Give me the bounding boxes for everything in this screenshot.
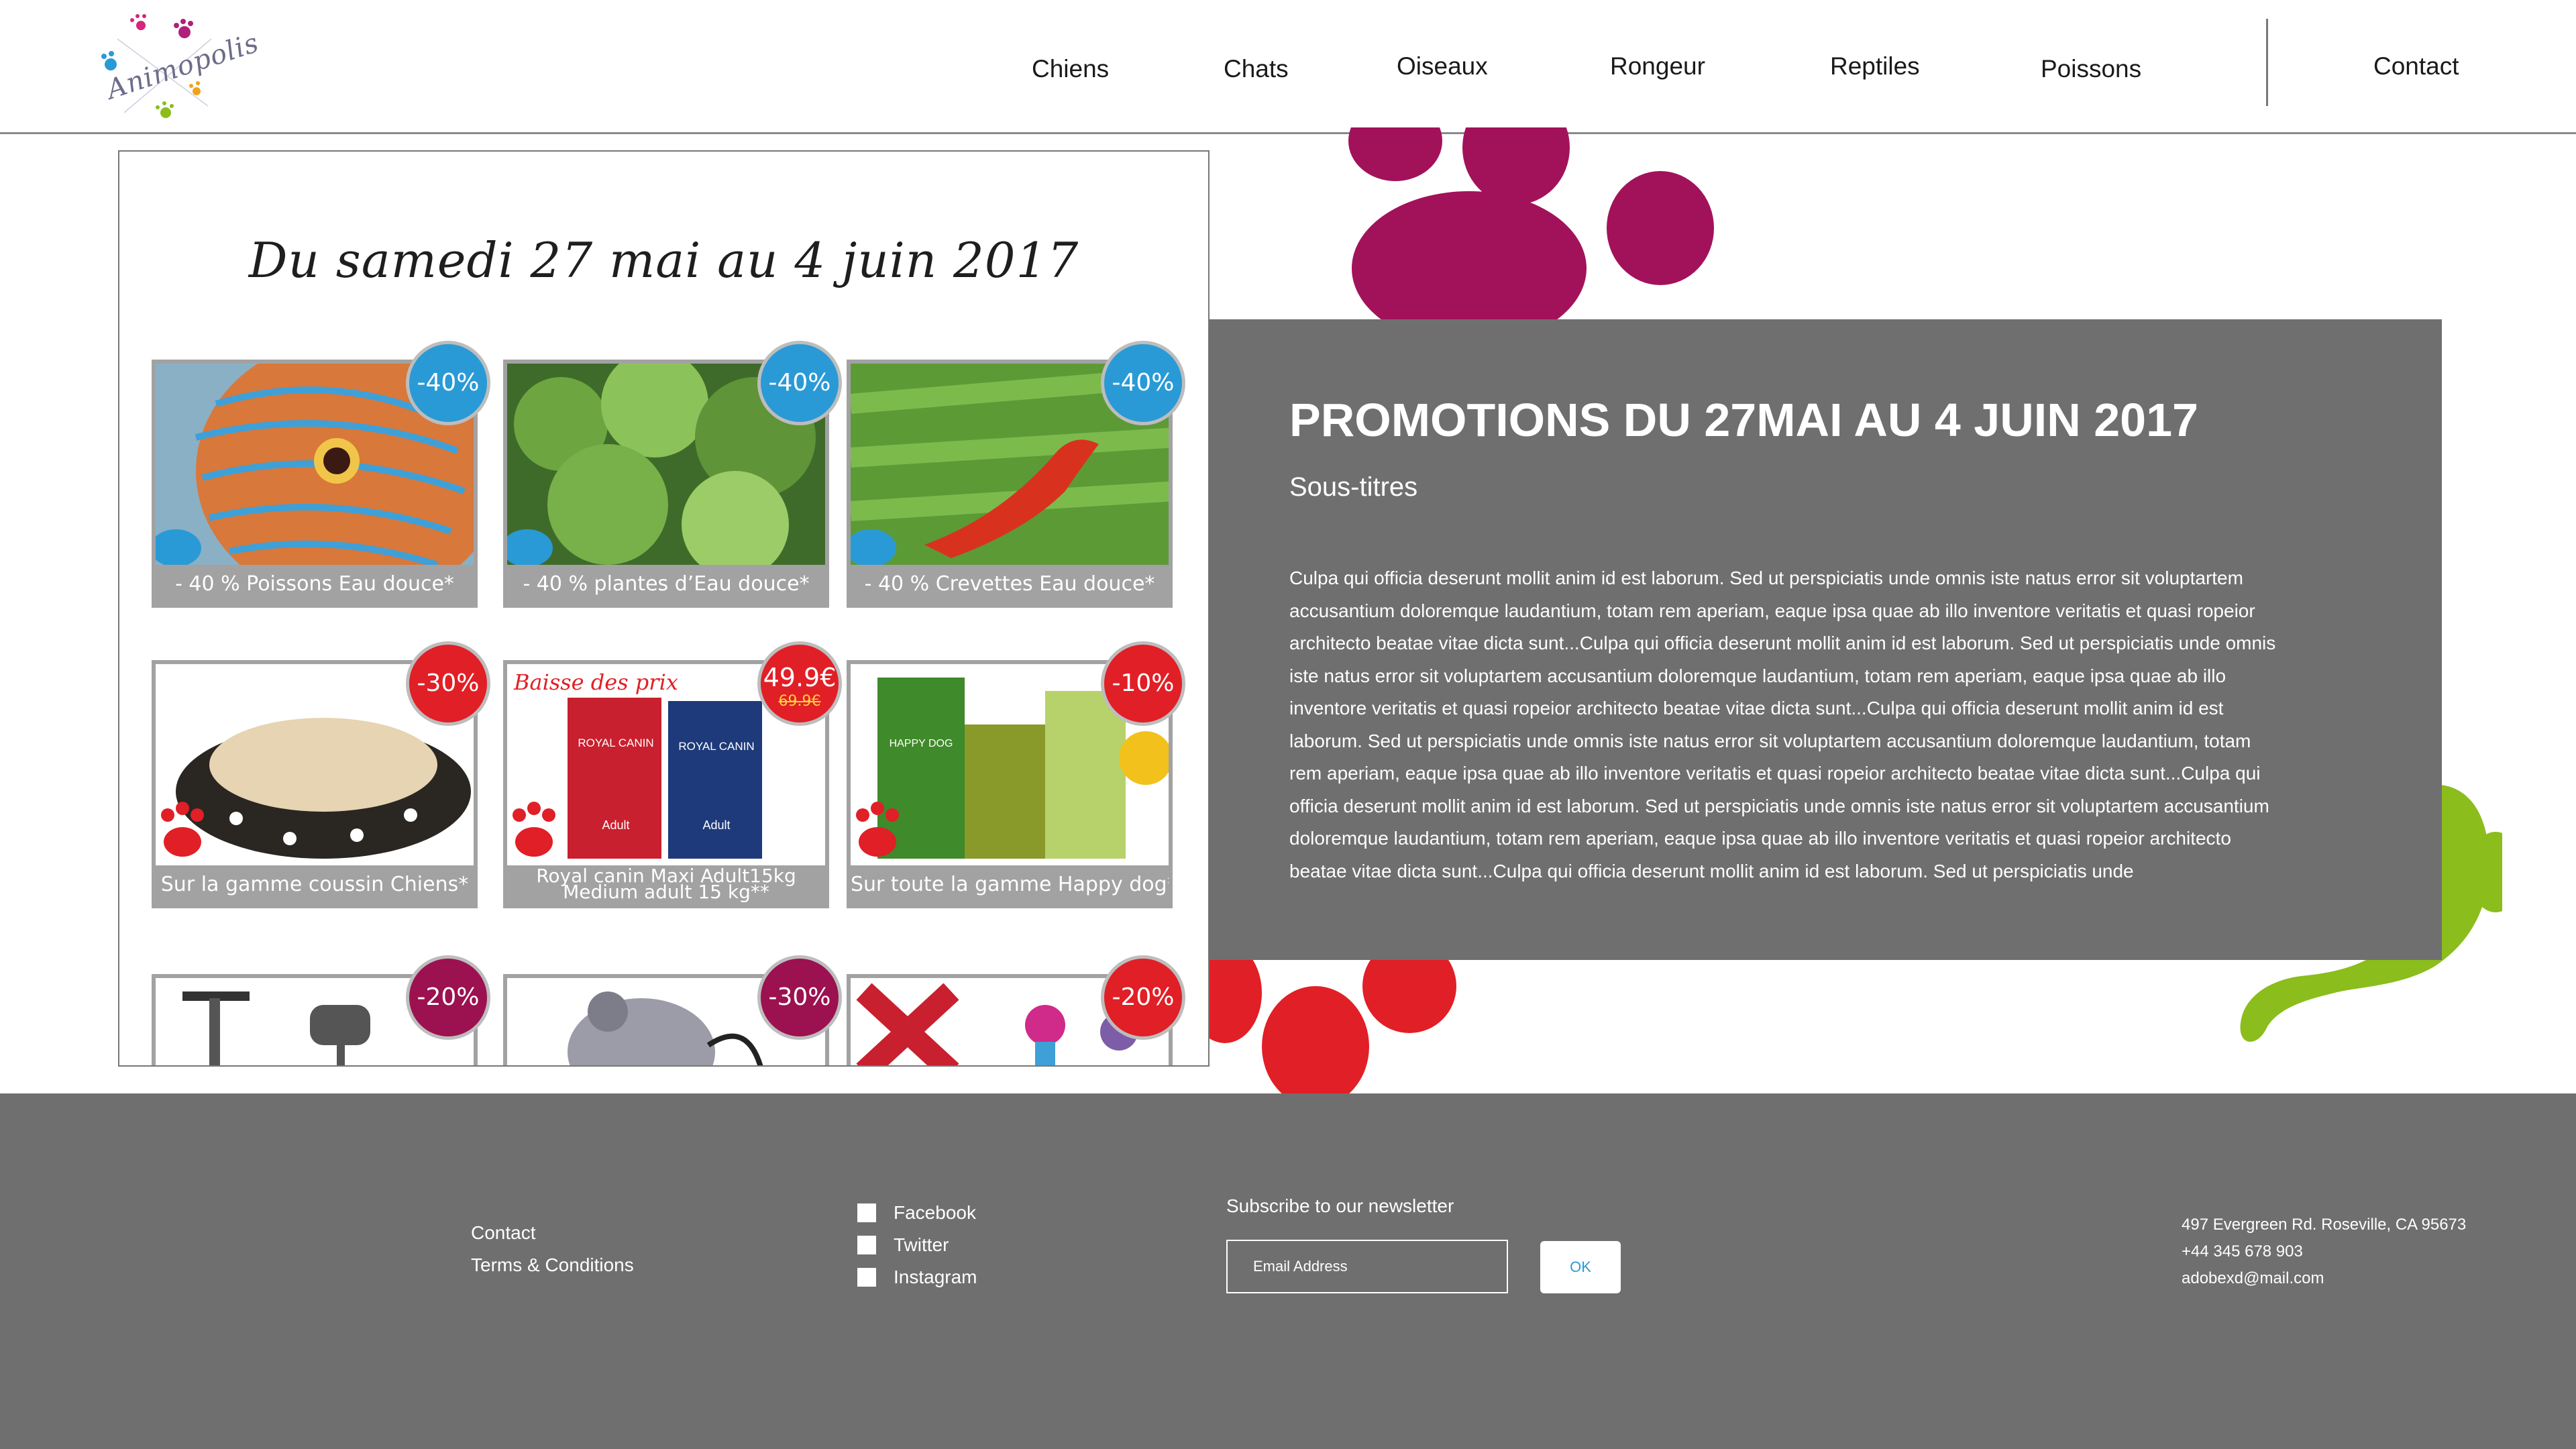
discount-badge: -40%	[757, 341, 842, 425]
price-badge: 49.9€ 69.9€	[757, 641, 842, 726]
pack-label: Adult	[702, 818, 731, 832]
brand-label: ROYAL CANIN	[678, 740, 755, 753]
newsletter-submit-button[interactable]: OK	[1540, 1241, 1621, 1293]
site-footer: Contact Terms & Conditions Facebook Twit…	[0, 1093, 2576, 1449]
discount-badge: -20%	[406, 955, 490, 1040]
red-paw-decoration	[1205, 946, 1456, 1093]
nav-divider	[2266, 19, 2268, 106]
site-header: Animopolis Chiens Chats Oiseaux Rongeur …	[0, 0, 2576, 134]
card-caption: Sur la gamme coussin Chiens*	[156, 865, 474, 904]
nav-chiens[interactable]: Chiens	[1032, 55, 1109, 83]
discount-badge: -30%	[406, 641, 490, 726]
footer-contact-link[interactable]: Contact	[471, 1222, 536, 1244]
social-label: Twitter	[894, 1234, 949, 1255]
card-caption: - 40 % Crevettes Eau douce*	[851, 565, 1169, 604]
brand-label: HAPPY DOG	[889, 738, 953, 749]
instagram-icon	[857, 1268, 876, 1287]
card-caption: - 40 % plantes d’Eau douce*	[507, 565, 825, 604]
new-price: 49.9€	[763, 663, 837, 692]
brand-label: ROYAL CANIN	[578, 737, 654, 749]
discount-badge: -40%	[1101, 341, 1185, 425]
discount-badge: -30%	[757, 955, 842, 1040]
promo-subtitle: Sous-titres	[1289, 472, 1418, 502]
card-caption: Royal canin Maxi Adult15kg Medium adult …	[507, 865, 825, 904]
newsletter-email-input[interactable]	[1226, 1240, 1508, 1293]
card-caption: - 40 % Poissons Eau douce*	[156, 565, 474, 604]
nav-contact[interactable]: Contact	[2373, 52, 2459, 80]
nav-oiseaux[interactable]: Oiseaux	[1397, 52, 1488, 80]
flyer-title: Du samedi 27 mai au 4 juin 2017	[248, 232, 1079, 288]
plum-paw-decoration	[1348, 127, 1714, 329]
footer-phone: +44 345 678 903	[2182, 1242, 2303, 1260]
promo-panel: PROMOTIONS DU 27MAI AU 4 JUIN 2017 Sous-…	[1209, 319, 2442, 960]
social-label: Instagram	[894, 1267, 977, 1287]
nav-rongeur[interactable]: Rongeur	[1610, 52, 1705, 80]
social-facebook[interactable]: Facebook	[857, 1202, 976, 1223]
price-drop-banner: Baisse des prix	[514, 669, 678, 695]
newsletter-label: Subscribe to our newsletter	[1226, 1195, 1454, 1216]
discount-badge: -40%	[406, 341, 490, 425]
footer-terms-link[interactable]: Terms & Conditions	[471, 1254, 634, 1276]
twitter-icon	[857, 1236, 876, 1254]
old-price: 69.9€	[778, 693, 821, 710]
social-twitter[interactable]: Twitter	[857, 1234, 949, 1255]
card-caption: Sur toute la gamme Happy dog*	[851, 865, 1169, 904]
footer-email[interactable]: adobexd@mail.com	[2182, 1269, 2324, 1288]
nav-reptiles[interactable]: Reptiles	[1830, 52, 1920, 80]
facebook-icon	[857, 1203, 876, 1222]
discount-badge: -10%	[1101, 641, 1185, 726]
discount-badge: -20%	[1101, 955, 1185, 1040]
promo-body-text: Culpa qui officia deserunt mollit anim i…	[1289, 568, 2276, 881]
social-label: Facebook	[894, 1202, 976, 1223]
logo[interactable]: Animopolis	[91, 12, 263, 123]
nav-poissons[interactable]: Poissons	[2041, 55, 2141, 83]
footer-address: 497 Evergreen Rd. Roseville, CA 95673	[2182, 1216, 2467, 1234]
social-instagram[interactable]: Instagram	[857, 1267, 977, 1287]
promo-title: PROMOTIONS DU 27MAI AU 4 JUIN 2017	[1289, 394, 2198, 446]
nav-chats[interactable]: Chats	[1224, 55, 1289, 83]
promo-flyer: Du samedi 27 mai au 4 juin 2017 - 40 % P…	[118, 150, 1210, 1067]
pack-label: Adult	[602, 818, 630, 832]
